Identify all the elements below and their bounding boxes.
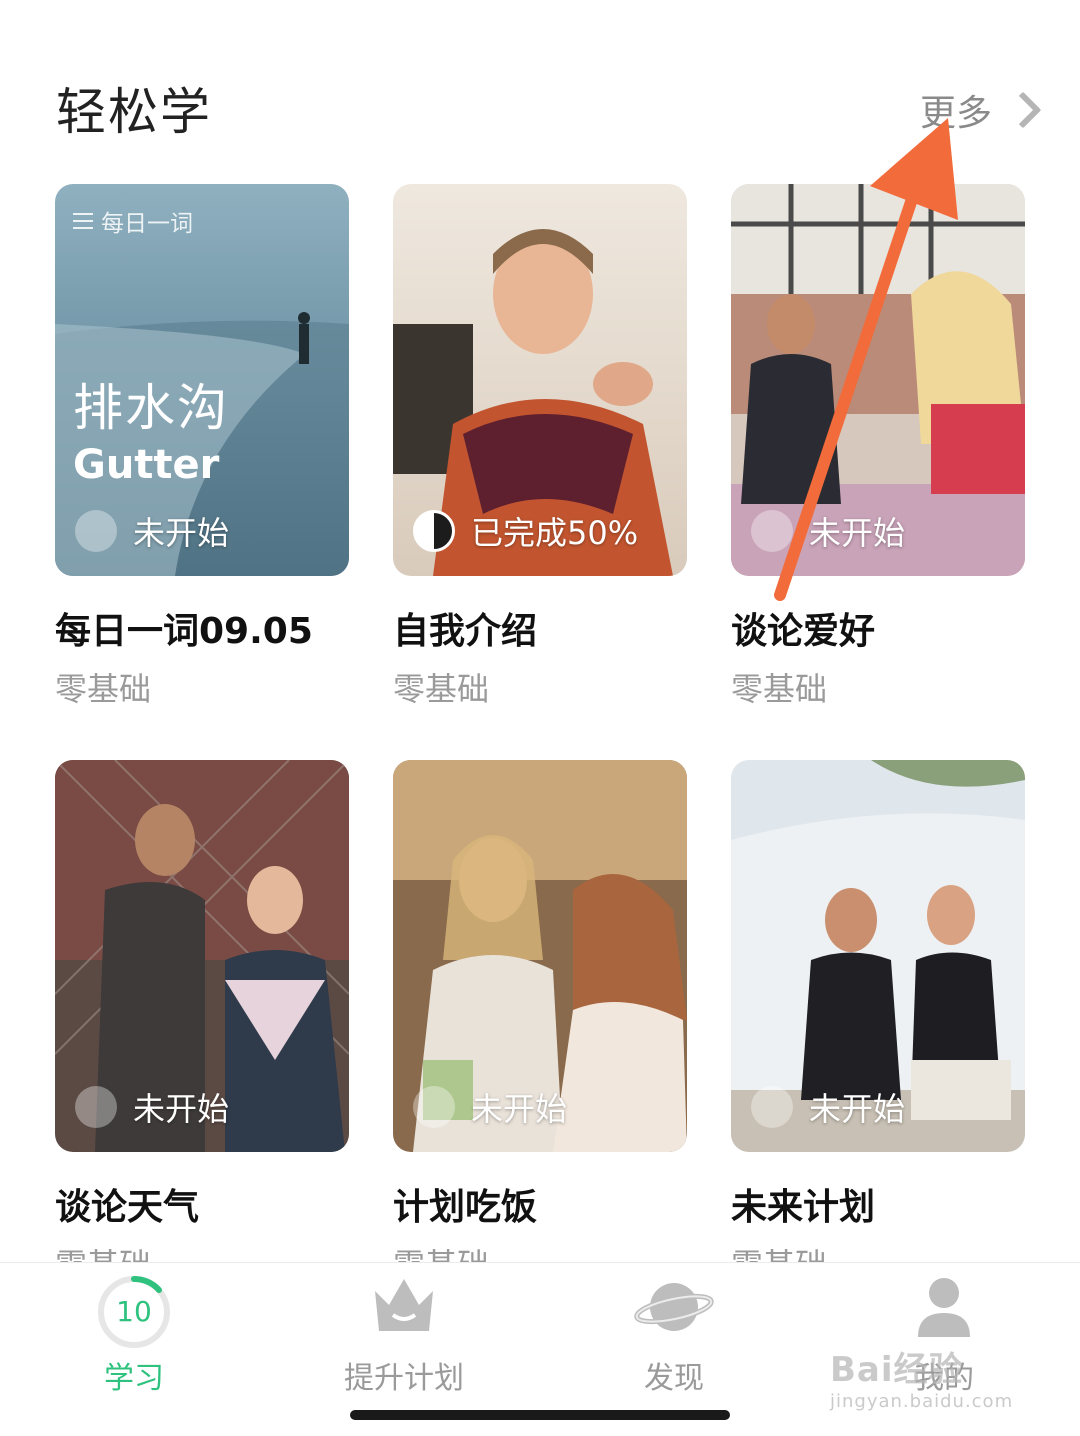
course-title: 自我介绍 — [393, 611, 538, 652]
more-button[interactable]: 更多 — [919, 84, 1042, 136]
course-thumbnail: 每日一词 排水沟 Gutter 未开始 — [55, 184, 349, 576]
course-status: 未开始 — [75, 508, 229, 554]
status-text: 未开始 — [133, 1090, 230, 1128]
progress-circle-icon — [751, 1086, 793, 1128]
planet-icon — [634, 1275, 714, 1343]
status-text: 未开始 — [809, 514, 906, 552]
course-title: 每日一词09.05 — [55, 611, 313, 652]
course-title: 谈论爱好 — [731, 611, 876, 652]
tab-discover[interactable]: 发现 — [574, 1263, 774, 1403]
tab-label: 学习 — [104, 1361, 164, 1396]
tab-improvement-plan[interactable]: 提升计划 — [304, 1263, 504, 1403]
word-english: Gutter — [73, 442, 220, 488]
progress-circle-icon — [413, 1086, 455, 1128]
progress-circle-icon — [751, 510, 793, 552]
section-header: 轻松学 更多 — [0, 0, 1080, 160]
status-text: 已完成50% — [471, 514, 639, 552]
course-title: 计划吃饭 — [393, 1187, 538, 1228]
course-title: 谈论天气 — [55, 1187, 200, 1228]
course-level: 零基础 — [731, 670, 828, 708]
progress-ring-icon: 10 — [97, 1275, 171, 1349]
course-thumbnail: 未开始 — [393, 760, 687, 1152]
status-text: 未开始 — [809, 1090, 906, 1128]
daily-word-tag: 每日一词 — [73, 204, 193, 238]
status-text: 未开始 — [471, 1090, 568, 1128]
course-level: 零基础 — [55, 670, 152, 708]
progress-circle-icon — [75, 510, 117, 552]
watermark: Bai经验 jingyan.baidu.com — [830, 1350, 1014, 1412]
person-icon — [914, 1275, 974, 1343]
course-thumbnail: 未开始 — [731, 184, 1025, 576]
chevron-right-icon — [1004, 91, 1042, 129]
course-status: 未开始 — [413, 1084, 567, 1130]
course-status: 已完成50% — [413, 508, 638, 554]
crown-icon — [371, 1275, 437, 1341]
course-thumbnail: 已完成50% — [393, 184, 687, 576]
course-level: 零基础 — [393, 670, 490, 708]
word-chinese: 排水沟 — [73, 379, 229, 437]
course-status: 未开始 — [751, 1084, 905, 1130]
status-text: 未开始 — [133, 514, 230, 552]
progress-half-circle-icon — [413, 510, 455, 552]
more-label: 更多 — [919, 93, 992, 134]
course-thumbnail: 未开始 — [731, 760, 1025, 1152]
course-status: 未开始 — [75, 1084, 229, 1130]
course-card-future-plans[interactable]: 未开始 未来计划 零基础 — [731, 760, 1025, 1286]
menu-icon — [73, 213, 93, 229]
course-card-daily-word[interactable]: 每日一词 排水沟 Gutter 未开始 每日一词09.05 零基础 — [55, 184, 349, 710]
study-count: 10 — [116, 1295, 152, 1328]
course-card-dinner[interactable]: 未开始 计划吃饭 零基础 — [393, 760, 687, 1286]
tab-label: 发现 — [644, 1361, 704, 1396]
tab-study[interactable]: 10 学习 — [34, 1263, 234, 1403]
course-card-self-intro[interactable]: 已完成50% 自我介绍 零基础 — [393, 184, 687, 710]
course-title: 未来计划 — [731, 1187, 876, 1228]
course-card-weather[interactable]: 未开始 谈论天气 零基础 — [55, 760, 349, 1286]
course-status: 未开始 — [751, 508, 905, 554]
tab-label: 提升计划 — [344, 1361, 464, 1396]
course-thumbnail: 未开始 — [55, 760, 349, 1152]
section-title: 轻松学 — [56, 83, 212, 141]
progress-circle-icon — [75, 1086, 117, 1128]
home-indicator[interactable] — [350, 1410, 730, 1420]
course-card-hobbies[interactable]: 未开始 谈论爱好 零基础 — [731, 184, 1025, 710]
